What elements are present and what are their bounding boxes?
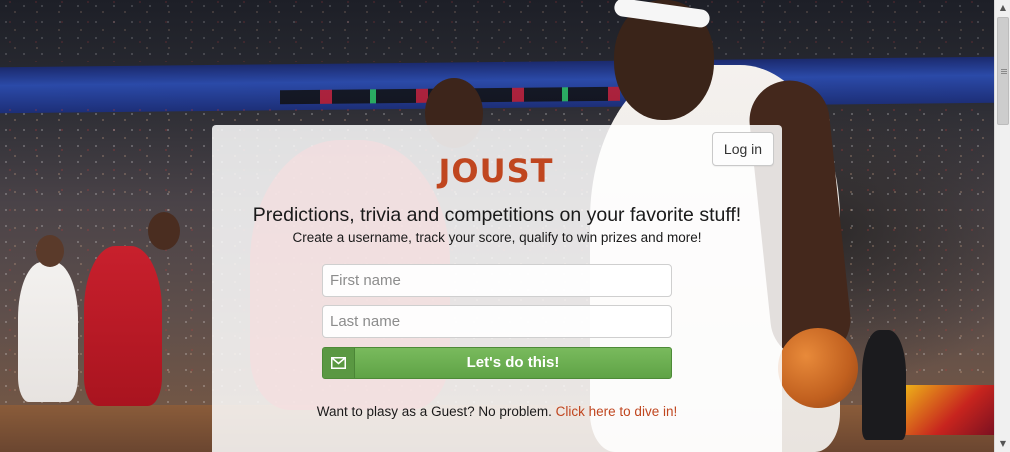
login-button[interactable]: Log in — [712, 132, 774, 166]
envelope-icon — [323, 348, 355, 378]
player-red-left — [84, 246, 162, 406]
joust-logo: JOUST — [438, 152, 554, 190]
scroll-up-arrow-icon[interactable]: ▲ — [995, 0, 1010, 16]
basketball — [778, 328, 858, 408]
guest-prompt-line: Want to plasy as a Guest? No problem. Cl… — [212, 404, 782, 419]
player-white-left — [18, 262, 78, 402]
scrollbar-grip-line — [1001, 71, 1007, 72]
submit-button[interactable]: Let's do this! — [322, 347, 672, 379]
player-red-left-head — [148, 212, 180, 250]
first-name-input[interactable] — [322, 264, 672, 297]
vertical-scrollbar[interactable]: ▲ ▼ — [994, 0, 1010, 452]
player-white-left-head — [36, 235, 64, 267]
referee — [862, 330, 906, 440]
scrollbar-grip-line — [1001, 73, 1007, 74]
last-name-input[interactable] — [322, 305, 672, 338]
scrollbar-grip-line — [1001, 69, 1007, 70]
page-subheadline: Create a username, track your score, qua… — [292, 230, 702, 245]
arena-led-ribbon — [0, 56, 995, 114]
page-headline: Predictions, trivia and competitions on … — [252, 204, 742, 226]
crowd-upper — [0, 0, 995, 62]
scrollbar-thumb[interactable] — [997, 17, 1009, 125]
guest-prompt-text: Want to plasy as a Guest? No problem. — [316, 404, 552, 419]
courtside-ad-board — [895, 385, 995, 435]
guest-dive-in-link[interactable]: Click here to dive in! — [556, 404, 678, 419]
signup-panel: Log in JOUST Predictions, trivia and com… — [212, 125, 782, 452]
submit-button-label: Let's do this! — [466, 354, 560, 371]
scroll-down-arrow-icon[interactable]: ▼ — [995, 436, 1010, 452]
